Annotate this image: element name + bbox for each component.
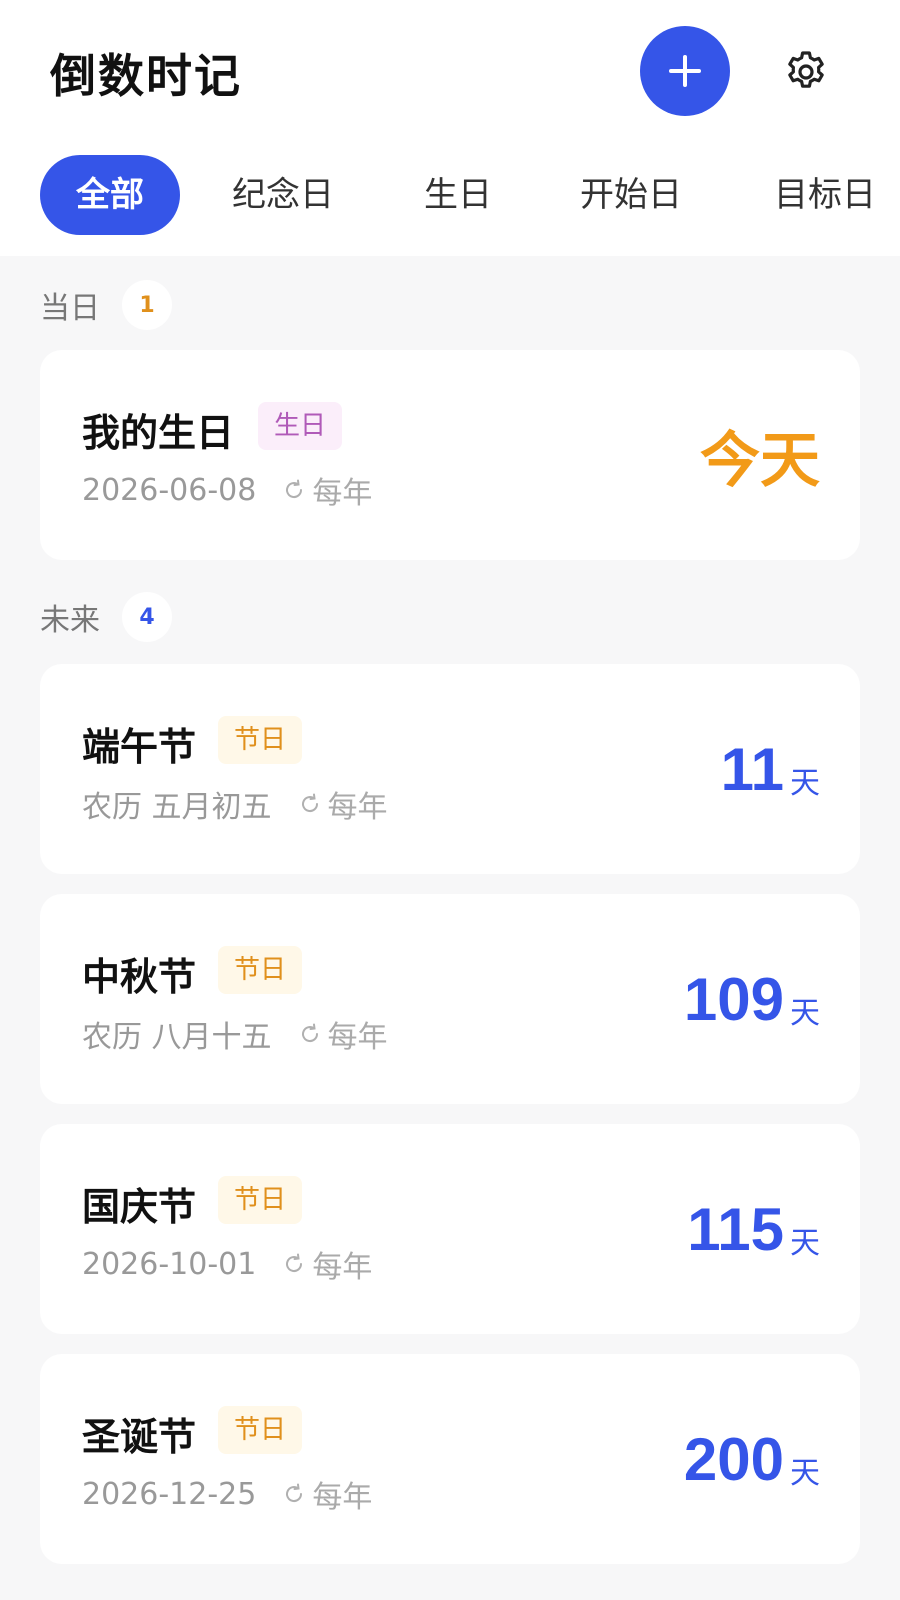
app-title: 倒数时记 [50,49,242,103]
event-tag: 生日 [258,402,343,450]
event-tag: 节日 [218,1176,303,1224]
event-date-row: 农历 五月初五 每年 [82,782,388,826]
repeat-icon [286,1483,303,1503]
event-card-christmas[interactable]: 圣诞节 节日 2026-12-25 每年 200 天 [40,1354,860,1564]
repeat-label: 每年 [327,790,388,825]
gear-icon [788,51,824,88]
category-tabs: 全部 纪念日 生日 开始日 目标日 [0,155,900,235]
days-unit: 天 [790,766,820,801]
event-card-my-birthday[interactable]: 我的生日 生日 2026-06-08 每年 今天 [40,350,860,560]
event-title: 我的生日 [82,411,235,455]
event-date: 2026-12-25 [82,1476,257,1512]
section-header-today: 当日 1 [40,280,172,330]
event-date: 2026-10-01 [82,1246,257,1282]
event-tag: 节日 [218,716,303,764]
repeat-indicator: 每年 [282,1242,372,1286]
countdown: 200 天 [684,1354,820,1564]
event-date-row: 2026-06-08 每年 [82,468,372,512]
tab-anniversary[interactable]: 纪念日 [232,155,334,235]
event-date: 2026-06-08 [82,472,257,508]
count-badge: 1 [122,280,172,330]
repeat-label: 每年 [312,1250,373,1285]
days-unit: 天 [790,1456,820,1491]
settings-button[interactable] [778,44,834,100]
repeat-label: 每年 [312,1480,373,1515]
repeat-indicator: 每年 [298,782,388,826]
tab-all[interactable]: 全部 [40,155,180,235]
event-title: 端午节 [82,725,197,769]
event-title: 圣诞节 [82,1415,197,1459]
countdown: 今天 [700,350,820,560]
repeat-indicator: 每年 [282,468,372,512]
event-tag: 节日 [218,946,303,994]
countdown: 109 天 [684,894,820,1104]
section-header-future: 未来 4 [40,592,172,642]
days-count: 200 [683,1425,784,1493]
days-count: 11 [720,735,784,803]
countdown: 11 天 [721,664,820,874]
count-badge: 4 [122,592,172,642]
repeat-icon [286,479,303,499]
tab-target-day[interactable]: 目标日 [774,155,876,235]
event-date-row: 2026-12-25 每年 [82,1472,372,1516]
repeat-icon [301,1023,318,1043]
event-card-mid-autumn[interactable]: 中秋节 节日 农历 八月十五 每年 109 天 [40,894,860,1104]
tab-start-day[interactable]: 开始日 [580,155,682,235]
days-unit: 天 [790,1226,820,1261]
event-date-row: 2026-10-01 每年 [82,1242,372,1286]
countdown-today: 今天 [700,425,820,496]
event-card-national-day[interactable]: 国庆节 节日 2026-10-01 每年 115 天 [40,1124,860,1334]
section-label: 未来 [40,603,100,638]
repeat-label: 每年 [327,1020,388,1055]
add-button[interactable] [640,26,730,116]
repeat-label: 每年 [312,476,373,511]
repeat-icon [286,1253,303,1273]
top-bar: 倒数时记 全部 纪念日 生日 开始日 目标日 [0,0,900,256]
event-tag: 节日 [218,1406,303,1454]
repeat-icon [301,793,318,813]
event-title: 中秋节 [82,955,197,999]
plus-icon [669,55,701,87]
event-date: 农历 五月初五 [82,790,272,825]
countdown: 115 天 [687,1124,820,1334]
event-card-dragon-boat[interactable]: 端午节 节日 农历 五月初五 每年 11 天 [40,664,860,874]
repeat-indicator: 每年 [298,1012,388,1056]
repeat-indicator: 每年 [282,1472,372,1516]
event-date-row: 农历 八月十五 每年 [82,1012,388,1056]
days-count: 115 [687,1195,784,1263]
event-title: 国庆节 [82,1185,197,1229]
days-unit: 天 [790,996,820,1031]
section-label: 当日 [40,291,100,326]
tab-birthday[interactable]: 生日 [424,155,492,235]
event-date: 农历 八月十五 [82,1020,272,1055]
days-count: 109 [683,965,784,1033]
